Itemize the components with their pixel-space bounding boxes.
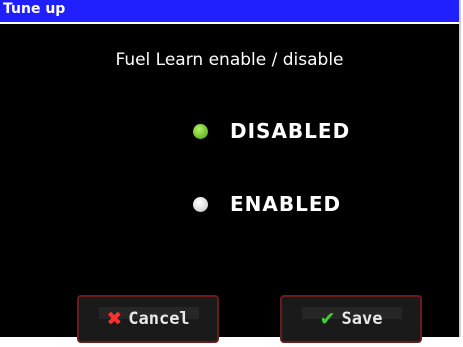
radio-unselected-icon[interactable] <box>193 196 208 212</box>
tune-up-window: Tune up Fuel Learn enable / disable DISA… <box>0 0 461 343</box>
cancel-button-label: Cancel <box>128 309 190 329</box>
save-button[interactable]: ✔ Save <box>280 295 422 343</box>
checkmark-icon: ✔ <box>319 308 336 330</box>
option-disabled-label: DISABLED <box>230 119 351 143</box>
option-enabled-label: ENABLED <box>230 192 342 216</box>
window-title: Tune up <box>3 1 66 17</box>
x-icon: ✖ <box>106 308 123 330</box>
page-heading: Fuel Learn enable / disable <box>115 50 344 70</box>
save-button-label: Save <box>341 309 383 329</box>
option-disabled[interactable]: DISABLED <box>193 119 350 143</box>
option-enabled[interactable]: ENABLED <box>193 192 341 216</box>
title-bar: Tune up <box>0 0 459 24</box>
radio-selected-icon[interactable] <box>193 123 208 139</box>
cancel-button[interactable]: ✖ Cancel <box>77 295 219 343</box>
